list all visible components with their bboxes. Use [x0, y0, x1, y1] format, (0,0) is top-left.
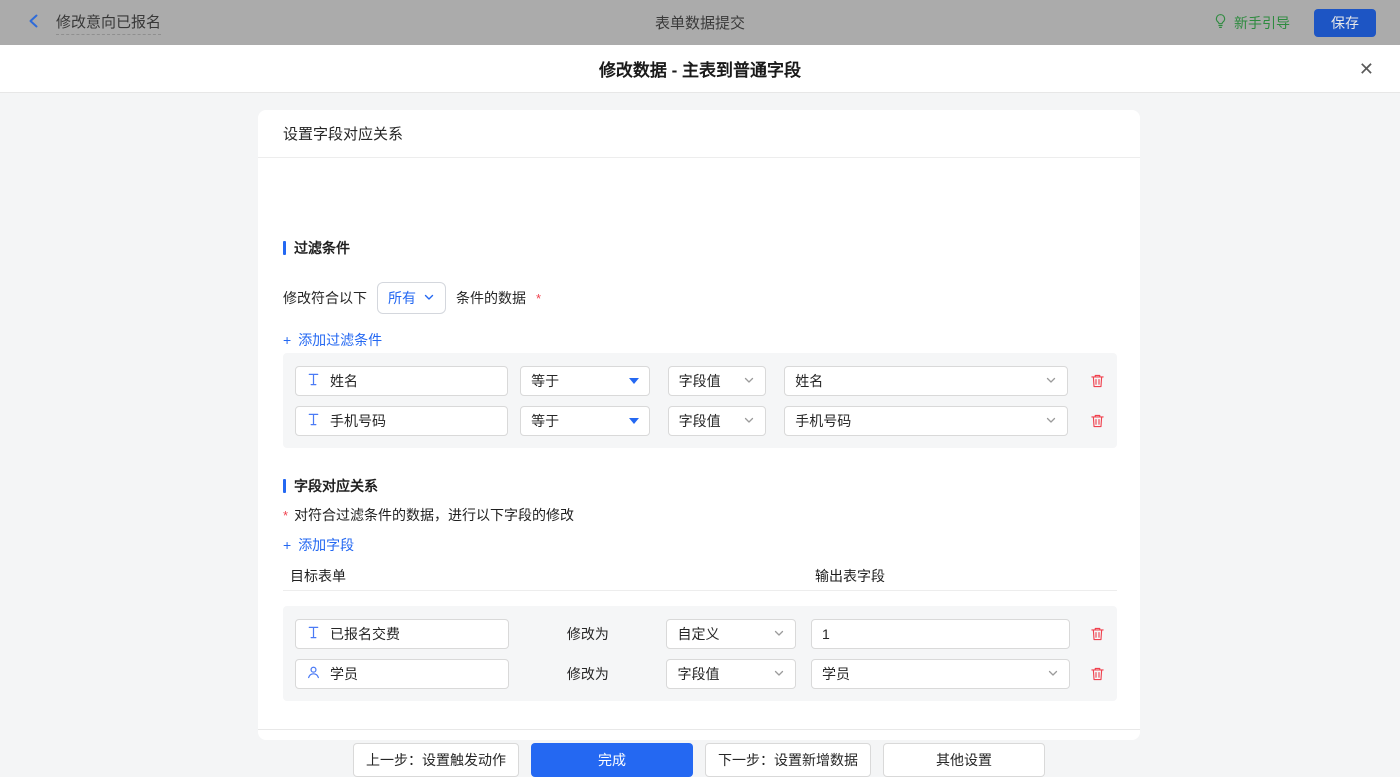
filter-section-label: 过滤条件	[294, 238, 350, 258]
filter-valuetype-value: 字段值	[679, 411, 721, 431]
topbar: 修改意向已报名 表单数据提交 新手引导 保存	[0, 0, 1400, 45]
filter-value-select[interactable]: 姓名	[784, 366, 1068, 396]
section-bar	[283, 479, 286, 493]
modify-as-label: 修改为	[509, 624, 666, 644]
mapping-mode-select[interactable]: 字段值	[666, 659, 796, 689]
filter-rows-block: 姓名 等于 字段值 姓名	[283, 353, 1117, 448]
panel-header: 设置字段对应关系	[258, 110, 1140, 158]
mapping-field-input[interactable]: 已报名交费	[295, 619, 509, 649]
caret-down-icon	[629, 378, 639, 384]
footer-buttons: 上一步：设置触发动作 完成 下一步：设置新增数据 其他设置	[258, 743, 1140, 777]
add-filter-label: 添加过滤条件	[298, 330, 382, 350]
mapping-row: 已报名交费 修改为 自定义 1	[295, 619, 1105, 649]
filter-operator-select[interactable]: 等于	[520, 366, 650, 396]
text-field-icon	[306, 412, 321, 430]
match-select-value: 所有	[388, 288, 416, 308]
chevron-down-icon	[773, 626, 785, 642]
dialog-header: 修改数据 - 主表到普通字段 ✕	[0, 45, 1400, 93]
plus-icon: +	[283, 332, 291, 348]
mapping-row: 学员 修改为 字段值 学员	[295, 659, 1105, 689]
prev-step-button[interactable]: 上一步：设置触发动作	[353, 743, 519, 777]
mapping-field-input[interactable]: 学员	[295, 659, 509, 689]
filter-field-value: 手机号码	[330, 411, 386, 431]
match-sentence: 修改符合以下 所有 条件的数据 *	[283, 282, 541, 314]
mapping-section-label: 字段对应关系	[294, 476, 378, 496]
guide-label: 新手引导	[1234, 13, 1290, 33]
text-field-icon	[306, 625, 321, 643]
filter-operator-select[interactable]: 等于	[520, 406, 650, 436]
add-field-label: 添加字段	[298, 535, 354, 555]
section-bar	[283, 241, 286, 255]
close-icon[interactable]: ✕	[1359, 60, 1374, 78]
footer-divider	[258, 729, 1140, 730]
done-button[interactable]: 完成	[531, 743, 693, 777]
topbar-title: 表单数据提交	[655, 12, 745, 33]
mapping-mode-value: 自定义	[677, 624, 719, 644]
filter-field-input[interactable]: 手机号码	[295, 406, 508, 436]
mapping-description-text: 对符合过滤条件的数据，进行以下字段的修改	[294, 505, 574, 525]
chevron-down-icon	[423, 290, 435, 306]
filter-field-input[interactable]: 姓名	[295, 366, 508, 396]
required-mark: *	[536, 291, 541, 306]
mapping-section-title: 字段对应关系	[283, 476, 378, 496]
chevron-down-icon	[743, 413, 755, 429]
match-select[interactable]: 所有	[377, 282, 446, 314]
filter-valuetype-select[interactable]: 字段值	[668, 366, 767, 396]
person-icon	[306, 665, 321, 683]
add-field-link[interactable]: + 添加字段	[283, 535, 354, 555]
match-prefix: 修改符合以下	[283, 288, 367, 308]
filter-valuetype-select[interactable]: 字段值	[668, 406, 767, 436]
mapping-value-select[interactable]: 学员	[811, 659, 1070, 689]
mapping-value: 学员	[822, 664, 850, 684]
match-suffix: 条件的数据	[456, 288, 526, 308]
filter-operator-value: 等于	[531, 371, 559, 391]
plus-icon: +	[283, 537, 291, 553]
text-field-icon	[306, 372, 321, 390]
back-button[interactable]	[26, 13, 42, 32]
filter-operator-value: 等于	[531, 411, 559, 431]
mapping-value-input[interactable]: 1	[811, 619, 1070, 649]
chevron-down-icon	[1045, 373, 1057, 389]
flow-name[interactable]: 修改意向已报名	[56, 11, 161, 35]
filter-value: 姓名	[795, 371, 823, 391]
guide-link[interactable]: 新手引导	[1213, 13, 1290, 33]
delete-row-icon[interactable]	[1090, 626, 1105, 642]
lightbulb-icon	[1213, 13, 1228, 32]
mapping-description: * 对符合过滤条件的数据，进行以下字段的修改	[283, 505, 574, 525]
next-step-button[interactable]: 下一步：设置新增数据	[705, 743, 871, 777]
chevron-down-icon	[1047, 666, 1059, 682]
chevron-down-icon	[773, 666, 785, 682]
add-filter-link[interactable]: + 添加过滤条件	[283, 330, 382, 350]
other-settings-button[interactable]: 其他设置	[883, 743, 1045, 777]
modify-as-label: 修改为	[509, 664, 666, 684]
chevron-down-icon	[1045, 413, 1057, 429]
filter-section-title: 过滤条件	[283, 238, 350, 258]
mapping-field-value: 已报名交费	[330, 624, 400, 644]
settings-panel: 设置字段对应关系 过滤条件 修改符合以下 所有 条件的数据 * + 添加过滤条件	[258, 110, 1140, 740]
delete-row-icon[interactable]	[1090, 666, 1105, 682]
delete-row-icon[interactable]	[1090, 413, 1105, 429]
required-mark: *	[283, 508, 288, 523]
delete-row-icon[interactable]	[1090, 373, 1105, 389]
mapping-field-value: 学员	[330, 664, 358, 684]
filter-field-value: 姓名	[330, 371, 358, 391]
mapping-value: 1	[822, 626, 830, 642]
caret-down-icon	[629, 418, 639, 424]
target-form-column-header: 目标表单	[290, 566, 346, 586]
chevron-down-icon	[743, 373, 755, 389]
mapping-rows-block: 已报名交费 修改为 自定义 1	[283, 606, 1117, 701]
output-field-column-header: 输出表字段	[815, 566, 885, 586]
filter-row: 手机号码 等于 字段值 手机号码	[295, 406, 1105, 436]
filter-value: 手机号码	[795, 411, 851, 431]
header-divider	[283, 590, 1117, 591]
mapping-mode-select[interactable]: 自定义	[666, 619, 796, 649]
save-button[interactable]: 保存	[1314, 9, 1376, 37]
dialog-title: 修改数据 - 主表到普通字段	[599, 56, 801, 81]
filter-valuetype-value: 字段值	[679, 371, 721, 391]
chevron-left-icon	[26, 13, 42, 32]
filter-row: 姓名 等于 字段值 姓名	[295, 366, 1105, 396]
mapping-table-header: 目标表单 输出表字段	[258, 566, 1140, 591]
mapping-mode-value: 字段值	[677, 664, 719, 684]
filter-value-select[interactable]: 手机号码	[784, 406, 1068, 436]
